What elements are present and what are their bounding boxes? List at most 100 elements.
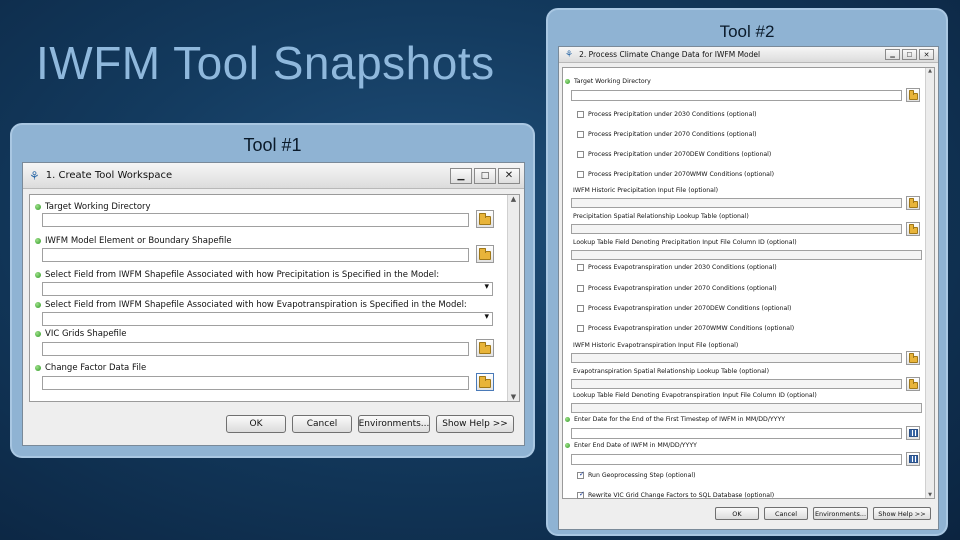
ok-button[interactable]: OK [226, 415, 286, 433]
et-2070dew-checkbox[interactable]: Process Evapotranspiration under 2070DEW… [577, 305, 791, 312]
browse-button[interactable] [906, 196, 920, 210]
model-shapefile-input[interactable] [42, 248, 469, 262]
historic-et-input[interactable] [571, 353, 902, 363]
close-icon[interactable]: ✕ [498, 167, 520, 184]
rewrite-vic-checkbox[interactable]: Rewrite VIC Grid Change Factors to SQL D… [577, 490, 774, 499]
environments-button[interactable]: Environments... [813, 507, 868, 520]
et-column-select[interactable] [571, 403, 922, 413]
date-picker-button[interactable] [906, 426, 920, 440]
checkbox[interactable] [577, 131, 584, 138]
show-help-button[interactable]: Show Help >> [436, 415, 514, 433]
browse-button[interactable] [476, 373, 494, 391]
folder-open-icon [479, 342, 491, 354]
checkbox[interactable] [577, 470, 585, 479]
checkbox[interactable] [577, 171, 584, 178]
vic-grids-input[interactable] [42, 342, 469, 356]
folder-open-icon [908, 223, 918, 234]
browse-button[interactable] [476, 339, 494, 357]
tool1-scrollbar[interactable]: ▲ ▼ [507, 195, 519, 401]
precipitation-2030-checkbox[interactable]: Process Precipitation under 2030 Conditi… [577, 111, 757, 118]
field-label: Select Field from IWFM Shapefile Associa… [35, 270, 439, 280]
tool1-window-controls: ▁ □ ✕ [450, 167, 520, 184]
tool2-label: Tool #2 [719, 22, 775, 41]
green-dot-icon [565, 443, 570, 448]
precipitation-lookup-input[interactable] [571, 224, 902, 234]
cancel-button[interactable]: Cancel [292, 415, 352, 433]
et-2030-checkbox[interactable]: Process Evapotranspiration under 2030 Co… [577, 264, 777, 271]
folder-open-icon [908, 197, 918, 208]
cancel-button[interactable]: Cancel [764, 507, 808, 520]
show-help-button[interactable]: Show Help >> [873, 507, 931, 520]
field-label: Enter End Date of IWFM in MM/DD/YYYY [565, 442, 697, 449]
field-label: IWFM Historic Evapotranspiration Input F… [573, 342, 739, 349]
environments-button[interactable]: Environments... [358, 415, 430, 433]
precipitation-2070dew-checkbox[interactable]: Process Precipitation under 2070DEW Cond… [577, 151, 771, 158]
run-geoprocessing-checkbox[interactable]: Run Geoprocessing Step (optional) [577, 470, 696, 479]
calendar-icon [908, 455, 918, 463]
checkbox[interactable] [577, 264, 584, 271]
browse-button[interactable] [906, 88, 920, 102]
historic-precipitation-input[interactable] [571, 198, 902, 208]
checkbox[interactable] [577, 151, 584, 158]
maximize-icon[interactable]: □ [902, 49, 917, 60]
maximize-icon[interactable]: □ [474, 167, 496, 184]
minimize-icon[interactable]: ▁ [450, 167, 472, 184]
target-directory-input[interactable] [42, 213, 469, 227]
date-picker-button[interactable] [906, 452, 920, 466]
precipitation-column-select[interactable] [571, 250, 922, 260]
precipitation-2070wmw-checkbox[interactable]: Process Precipitation under 2070WMW Cond… [577, 171, 774, 178]
tool2-window-title: 2. Process Climate Change Data for IWFM … [579, 50, 761, 59]
folder-open-icon [908, 89, 918, 100]
green-dot-icon [35, 272, 41, 278]
browse-button[interactable] [906, 222, 920, 236]
folder-open-icon [479, 213, 491, 225]
tool1-panel: Tool #1 ⚘ 1. Create Tool Workspace ▁ □ ✕… [10, 123, 535, 458]
field-label: Lookup Table Field Denoting Evapotranspi… [573, 392, 817, 399]
target-directory-input[interactable] [571, 90, 902, 101]
green-dot-icon [35, 238, 41, 244]
toolbox-icon: ⚘ [565, 49, 574, 60]
ok-button[interactable]: OK [715, 507, 759, 520]
checkbox[interactable] [577, 285, 584, 292]
browse-button[interactable] [476, 245, 494, 263]
green-dot-icon [565, 417, 570, 422]
tool2-panel: Tool #2 ⚘ 2. Process Climate Change Data… [546, 8, 948, 536]
tool2-dialog: ⚘ 2. Process Climate Change Data for IWF… [558, 46, 939, 530]
browse-button[interactable] [906, 351, 920, 365]
tool2-window-controls: ▁ □ ✕ [885, 49, 934, 60]
et-lookup-input[interactable] [571, 379, 902, 389]
et-2070-checkbox[interactable]: Process Evapotranspiration under 2070 Co… [577, 285, 777, 292]
tool1-form-area: ▲ ▼ Target Working Directory IWFM Model … [29, 194, 520, 402]
toolbox-icon: ⚘ [29, 168, 40, 183]
checkbox[interactable] [577, 305, 584, 312]
checkbox[interactable] [577, 111, 584, 118]
close-icon[interactable]: ✕ [919, 49, 934, 60]
slide-title: IWFM Tool Snapshots [36, 37, 495, 89]
tool1-dialog: ⚘ 1. Create Tool Workspace ▁ □ ✕ ▲ ▼ Tar… [22, 162, 525, 446]
precipitation-2070-checkbox[interactable]: Process Precipitation under 2070 Conditi… [577, 131, 757, 138]
et-2070wmw-checkbox[interactable]: Process Evapotranspiration under 2070WMW… [577, 325, 794, 332]
field-label: Change Factor Data File [35, 363, 146, 373]
tool2-titlebar: ⚘ 2. Process Climate Change Data for IWF… [559, 47, 938, 63]
field-label: Evapotranspiration Spatial Relationship … [573, 368, 769, 375]
change-factor-input[interactable] [42, 376, 469, 390]
checkbox[interactable] [577, 325, 584, 332]
minimize-icon[interactable]: ▁ [885, 49, 900, 60]
scroll-down-icon[interactable]: ▼ [926, 492, 934, 498]
tool2-scrollbar[interactable]: ▲ ▼ [925, 68, 934, 498]
scroll-up-icon[interactable]: ▲ [508, 195, 519, 203]
tool2-form-area: ▲ ▼ Target Working Directory Process Pre… [562, 67, 935, 499]
browse-button[interactable] [906, 377, 920, 391]
scroll-up-icon[interactable]: ▲ [926, 68, 934, 74]
end-date-input[interactable] [571, 454, 902, 465]
precipitation-field-select[interactable] [42, 282, 493, 296]
field-label: Target Working Directory [565, 78, 651, 85]
scroll-down-icon[interactable]: ▼ [508, 393, 519, 401]
checkbox[interactable] [577, 490, 585, 499]
green-dot-icon [35, 365, 41, 371]
folder-open-icon [908, 378, 918, 389]
first-timestep-date-input[interactable] [571, 428, 902, 439]
field-label: IWFM Historic Precipitation Input File (… [573, 187, 719, 194]
browse-button[interactable] [476, 210, 494, 228]
evapotranspiration-field-select[interactable] [42, 312, 493, 326]
